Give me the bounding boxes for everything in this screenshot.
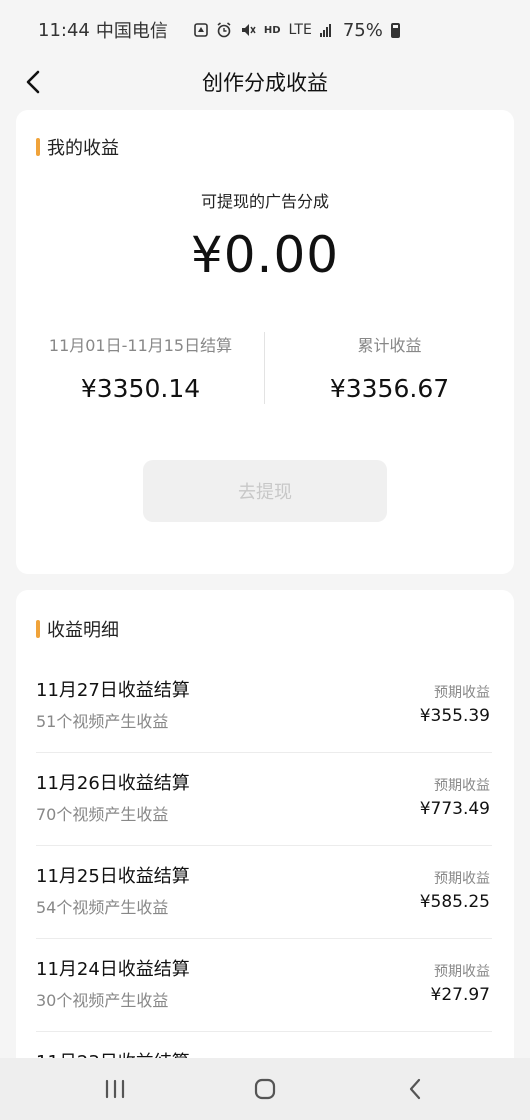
- accent-bar: [36, 620, 40, 638]
- home-button[interactable]: [235, 1069, 295, 1109]
- system-nav-bar: [0, 1058, 530, 1120]
- mute-icon: [241, 24, 256, 36]
- details-list: 11月27日收益结算 51个视频产生收益 预期收益 ¥355.39 11月26日…: [36, 660, 492, 1060]
- expected-value: ¥355.39: [419, 706, 490, 726]
- recent-apps-icon: [105, 1079, 125, 1099]
- expected-value: ¥773.49: [419, 799, 490, 819]
- system-back-button[interactable]: [385, 1069, 445, 1109]
- list-item[interactable]: 11月25日收益结算 54个视频产生收益 预期收益 ¥585.25: [36, 846, 492, 939]
- period-label: 11月01日-11月15日结算: [48, 336, 233, 355]
- list-item[interactable]: 11月27日收益结算 51个视频产生收益 预期收益 ¥355.39: [36, 660, 492, 753]
- recycle-icon: [194, 23, 208, 37]
- status-carrier: 中国电信: [95, 21, 168, 42]
- total-label: 累计收益: [357, 336, 422, 355]
- nav-bar: 创作分成收益: [0, 60, 530, 104]
- expected-label: 预期收益: [434, 964, 490, 980]
- row-title: 11月27日收益结算: [36, 680, 190, 701]
- network-label: LTE: [288, 22, 312, 38]
- system-back-icon: [409, 1078, 421, 1100]
- earnings-card: 我的收益 可提现的广告分成 ¥0.00 11月01日-11月15日结算 ¥335…: [16, 110, 514, 574]
- withdrawable-amount: ¥0.00: [190, 226, 340, 284]
- status-time: 11:44: [38, 19, 90, 41]
- row-title: 11月25日收益结算: [36, 866, 190, 887]
- total-earnings: 累计收益 ¥3356.67: [265, 332, 514, 403]
- signal-icon: [319, 23, 331, 37]
- expected-label: 预期收益: [434, 871, 490, 887]
- back-button[interactable]: [18, 66, 50, 98]
- list-item[interactable]: 11月26日收益结算 70个视频产生收益 预期收益 ¥773.49: [36, 753, 492, 846]
- list-item[interactable]: 11月23日收益结算: [36, 1032, 492, 1060]
- withdrawable-label: 可提现的广告分成: [200, 192, 329, 211]
- back-arrow-icon: [26, 70, 40, 94]
- battery-icon: [390, 22, 400, 38]
- details-section-header: 收益明细: [36, 616, 119, 642]
- expected-value: ¥27.97: [430, 985, 490, 1005]
- status-bar: 11:44 中国电信 HD LTE 75%: [0, 0, 530, 60]
- earnings-section-header: 我的收益: [36, 134, 119, 160]
- expected-label: 预期收益: [434, 778, 490, 794]
- page-title: 创作分成收益: [202, 71, 328, 95]
- expected-value: ¥585.25: [419, 892, 490, 912]
- row-subtitle: 51个视频产生收益: [36, 712, 169, 731]
- list-item[interactable]: 11月24日收益结算 30个视频产生收益 预期收益 ¥27.97: [36, 939, 492, 1032]
- row-subtitle: 30个视频产生收益: [36, 991, 169, 1010]
- details-card: 收益明细 11月27日收益结算 51个视频产生收益 预期收益 ¥355.39 1…: [16, 590, 514, 1060]
- row-subtitle: 54个视频产生收益: [36, 898, 169, 917]
- accent-bar: [36, 138, 40, 156]
- withdraw-button[interactable]: 去提现: [143, 460, 387, 522]
- row-title: 11月24日收益结算: [36, 959, 190, 980]
- period-amount: ¥3350.14: [80, 374, 201, 403]
- earnings-section-title: 我的收益: [47, 138, 119, 159]
- details-section-title: 收益明细: [47, 620, 119, 641]
- expected-label: 预期收益: [434, 685, 490, 701]
- hd-label: HD: [263, 24, 281, 36]
- total-amount: ¥3356.67: [329, 374, 450, 403]
- status-icons: HD LTE 75%: [194, 20, 400, 41]
- battery-percent: 75%: [342, 19, 383, 41]
- alarm-icon: [217, 22, 231, 38]
- home-icon: [254, 1078, 276, 1100]
- row-title: 11月26日收益结算: [36, 773, 190, 794]
- recent-apps-button[interactable]: [85, 1069, 145, 1109]
- period-settlement: 11月01日-11月15日结算 ¥3350.14: [16, 332, 265, 403]
- row-subtitle: 70个视频产生收益: [36, 805, 169, 824]
